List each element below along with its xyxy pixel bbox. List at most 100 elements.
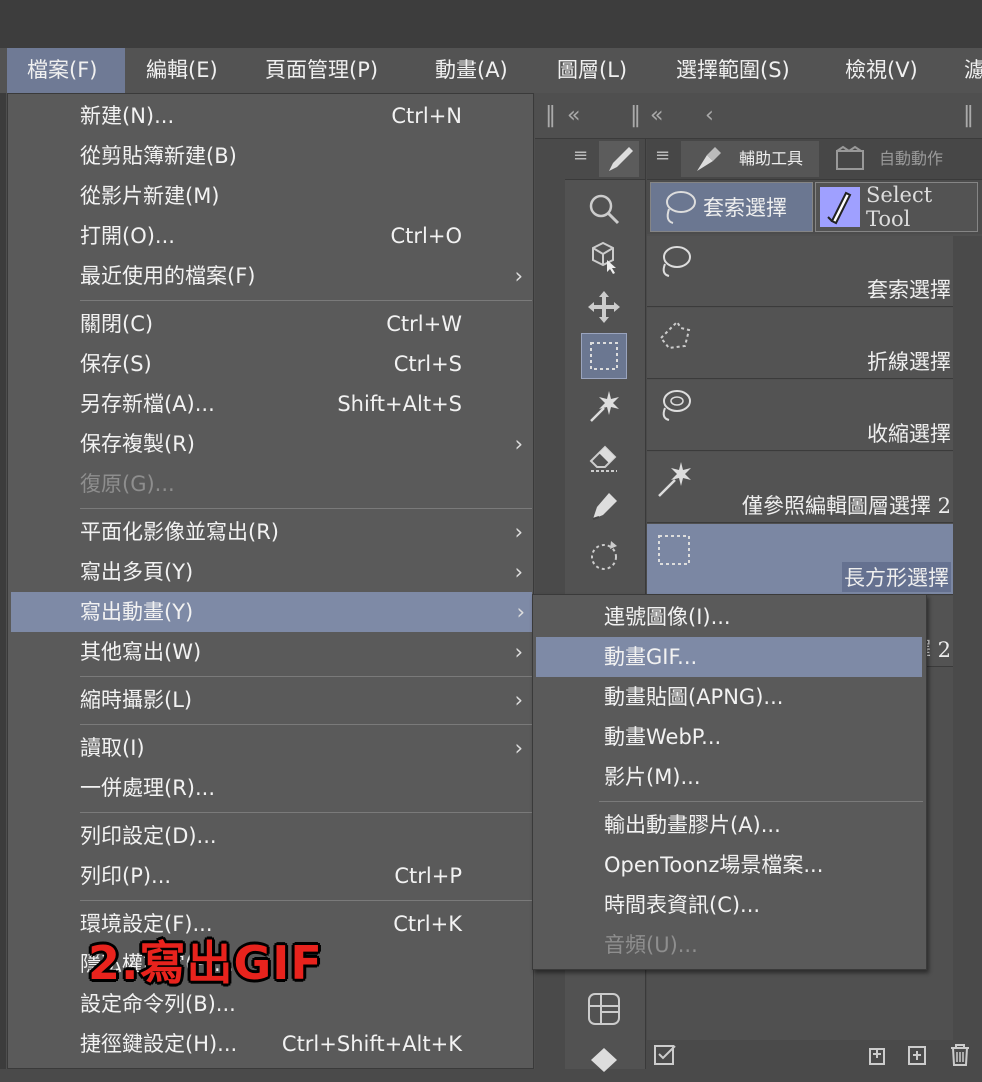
zoom-tool-icon[interactable] <box>581 186 627 232</box>
menu-item-print[interactable]: 列印(P)... Ctrl+P <box>8 856 533 896</box>
tab-sub-tool[interactable]: 輔助工具 <box>681 141 819 177</box>
magic-wand-icon[interactable] <box>581 383 627 429</box>
submenu-item-label: 動畫WebP... <box>604 725 722 749</box>
submenu-item-label: 輸出動畫膠片(A)... <box>604 813 781 837</box>
menu-item-timelapse[interactable]: 縮時攝影(L) › <box>8 680 533 720</box>
menu-item-label: 保存複製(R) <box>80 432 195 456</box>
pen-icon[interactable] <box>599 141 639 177</box>
menu-item-save-as[interactable]: 另存新檔(A)... Shift+Alt+S <box>8 384 533 424</box>
menu-item-label: 復原(G)... <box>80 472 175 496</box>
panel-header-row: ‖ « ‖ « ‹ ‖ <box>535 93 982 139</box>
subtool-reference-layer[interactable]: 僅參照編輯圖層選擇 2 <box>647 452 953 523</box>
tool-group-lasso[interactable]: 套索選擇 <box>650 182 813 232</box>
menu-selection[interactable]: 選擇範圍(S) <box>676 48 790 93</box>
hamburger-icon-2[interactable]: ≡ <box>655 145 670 166</box>
panel-grip-icon[interactable]: ‖ <box>545 93 556 138</box>
subtool-scrollbar[interactable] <box>953 236 982 1069</box>
frame-tool-icon[interactable] <box>581 986 627 1032</box>
menu-item-label: 一併處理(R)... <box>80 776 216 800</box>
menu-separator <box>80 724 532 725</box>
menu-item-label: 保存(S) <box>80 352 152 376</box>
submenu-item-movie[interactable]: 影片(M)... <box>533 757 926 797</box>
tutorial-annotation: 2.寫出GIF <box>88 936 323 990</box>
tool-group-select-tool[interactable]: Select Tool <box>815 182 978 232</box>
subtool-lasso[interactable]: 套索選擇 <box>647 236 953 307</box>
menu-layer[interactable]: 圖層(L) <box>557 48 627 93</box>
move-tool-icon[interactable] <box>581 284 627 330</box>
trash-icon[interactable] <box>947 1043 973 1067</box>
hamburger-icon[interactable]: ≡ <box>573 145 588 166</box>
collapse-left-icon-2[interactable]: « <box>650 93 663 138</box>
menu-item-recent-files[interactable]: 最近使用的檔案(F) › <box>8 256 533 296</box>
submenu-arrow-icon: › <box>514 432 523 456</box>
menu-item-new[interactable]: 新建(N)... Ctrl+N <box>8 96 533 136</box>
rotate-icon[interactable] <box>581 533 627 579</box>
menu-separator <box>80 300 532 301</box>
menu-item-export-multiple-pages[interactable]: 寫出多頁(Y) › <box>8 552 533 592</box>
submenu-item-timesheet-info[interactable]: 時間表資訊(C)... <box>533 885 926 925</box>
menu-view[interactable]: 檢視(V) <box>845 48 918 93</box>
collapse-left-icon[interactable]: « <box>567 93 580 138</box>
submenu-item-label: 動畫GIF... <box>604 645 698 669</box>
pen-tool-icon[interactable] <box>581 483 627 529</box>
menu-item-label: 打開(O)... <box>80 224 175 248</box>
submenu-item-webp[interactable]: 動畫WebP... <box>533 717 926 757</box>
subtool-rectangle[interactable]: 長方形選擇 <box>647 524 953 595</box>
menu-item-label: 縮時攝影(L) <box>80 688 193 712</box>
auto-action-tab-icon <box>833 145 869 173</box>
menu-item-save-copy[interactable]: 保存複製(R) › <box>8 424 533 464</box>
menu-item-shortcut: Ctrl+N <box>391 104 462 128</box>
menu-item-close[interactable]: 關閉(C) Ctrl+W <box>8 304 533 344</box>
menu-separator <box>80 508 532 509</box>
menu-file[interactable]: 檔案(F) <box>7 48 125 93</box>
menu-page-management[interactable]: 頁面管理(P) <box>265 48 378 93</box>
menu-separator <box>80 812 532 813</box>
menu-item-new-from-clipboard[interactable]: 從剪貼簿新建(B) <box>8 136 533 176</box>
new-subtool-icon[interactable] <box>905 1044 931 1066</box>
subtool-shrink[interactable]: 收縮選擇 <box>647 380 953 451</box>
tab-sub-tool-label: 輔助工具 <box>739 149 804 168</box>
menu-item-flatten-export[interactable]: 平面化影像並寫出(R) › <box>8 512 533 552</box>
panel-grip-icon-2[interactable]: ‖ <box>630 93 641 138</box>
submenu-item-animation-cels[interactable]: 輸出動畫膠片(A)... <box>533 805 926 845</box>
menu-filter[interactable]: 濾 <box>964 48 982 93</box>
object-tool-icon[interactable] <box>581 234 627 280</box>
submenu-item-opentoonz-scene[interactable]: OpenToonz場景檔案... <box>533 845 926 885</box>
title-bar <box>0 0 982 48</box>
selection-tool-icon[interactable] <box>581 333 627 379</box>
submenu-separator <box>599 801 923 802</box>
menu-item-label: 讀取(I) <box>80 736 145 760</box>
menu-item-other-export[interactable]: 其他寫出(W) › <box>8 632 533 672</box>
panel-grip-icon-3[interactable]: ‖ <box>963 93 974 138</box>
menu-item-new-from-video[interactable]: 從影片新建(M) <box>8 176 533 216</box>
subtool-polyline-label: 折線選擇 <box>867 350 951 374</box>
submenu-item-apng[interactable]: 動畫貼圖(APNG)... <box>533 677 926 717</box>
submenu-arrow-icon: › <box>514 560 523 584</box>
menu-item-print-settings[interactable]: 列印設定(D)... <box>8 816 533 856</box>
copy-subtool-icon[interactable] <box>867 1044 893 1066</box>
menu-item-import[interactable]: 讀取(I) › <box>8 728 533 768</box>
menu-item-shortcut: Ctrl+O <box>390 224 463 248</box>
chevron-left-icon[interactable]: ‹ <box>705 93 714 138</box>
submenu-arrow-icon: › <box>514 264 523 288</box>
eraser-icon[interactable] <box>581 433 627 479</box>
submenu-item-animated-gif[interactable]: 動畫GIF... <box>536 637 922 677</box>
submenu-item-label: 影片(M)... <box>604 765 701 789</box>
menu-item-revert: 復原(G)... <box>8 464 533 504</box>
checkbox-settings-icon[interactable] <box>653 1044 679 1066</box>
menu-item-label: 寫出動畫(Y) <box>80 600 194 624</box>
menu-item-export-animation[interactable]: 寫出動畫(Y) › <box>11 592 532 632</box>
menu-animation[interactable]: 動畫(A) <box>435 48 508 93</box>
subtool-lasso-label: 套索選擇 <box>867 278 951 302</box>
subtool-footer <box>647 1040 982 1069</box>
menu-item-batch-process[interactable]: 一併處理(R)... <box>8 768 533 808</box>
menu-item-label: 捷徑鍵設定(H)... <box>80 1032 238 1056</box>
menu-item-save[interactable]: 保存(S) Ctrl+S <box>8 344 533 384</box>
submenu-item-image-sequence[interactable]: 連號圖像(I)... <box>533 597 926 637</box>
menu-item-open[interactable]: 打開(O)... Ctrl+O <box>8 216 533 256</box>
fill-tool-icon[interactable] <box>581 1036 627 1082</box>
tab-auto-action[interactable]: 自動動作 <box>821 141 959 177</box>
menu-item-shortcut-settings[interactable]: 捷徑鍵設定(H)... Ctrl+Shift+Alt+K <box>8 1024 533 1064</box>
subtool-polyline[interactable]: 折線選擇 <box>647 308 953 379</box>
menu-edit[interactable]: 編輯(E) <box>146 48 218 93</box>
